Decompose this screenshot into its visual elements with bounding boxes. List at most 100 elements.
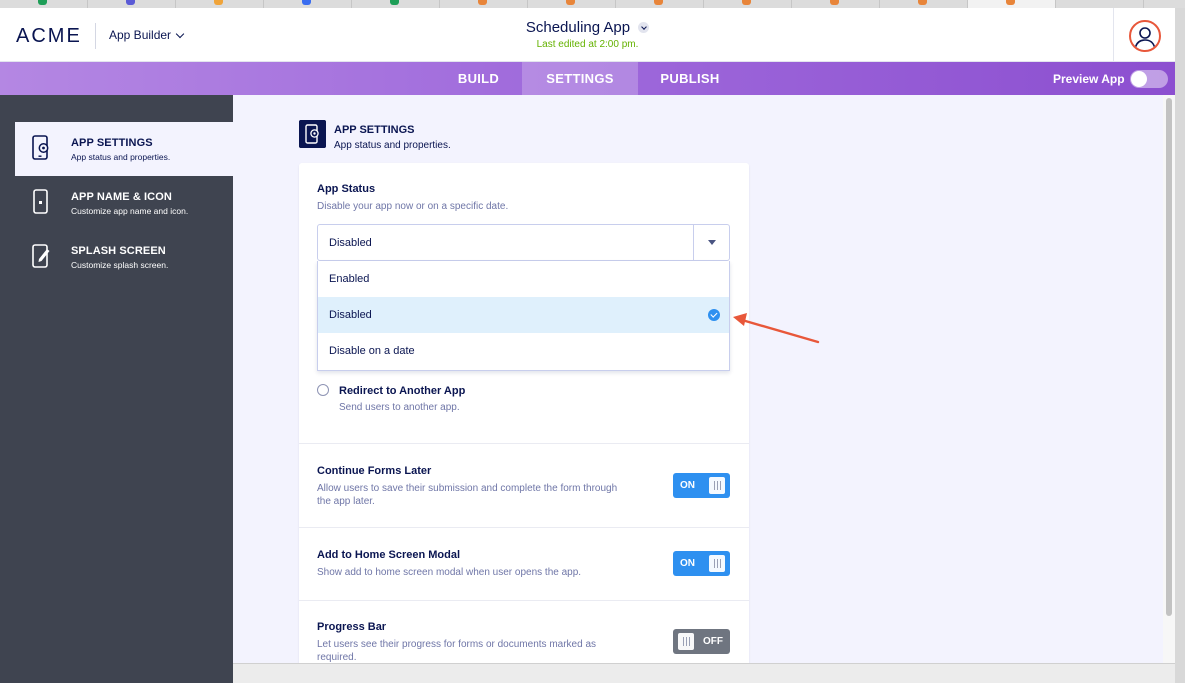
setting-title: Progress Bar xyxy=(317,621,387,633)
window-bottom-edge xyxy=(233,663,1175,683)
browser-tab[interactable] xyxy=(0,0,88,8)
home-screen-modal-toggle[interactable]: ON xyxy=(673,551,730,576)
app-status-subtitle: Disable your app now or on a specific da… xyxy=(317,201,509,212)
tab-favicon-icon xyxy=(478,0,487,5)
user-avatar-icon[interactable] xyxy=(1129,20,1161,52)
scrollbar-thumb[interactable] xyxy=(1166,98,1172,616)
browser-tab[interactable] xyxy=(528,0,616,8)
app-title: Scheduling App xyxy=(525,19,631,36)
tab-favicon-icon xyxy=(654,0,663,5)
app-builder-menu[interactable]: App Builder xyxy=(109,28,185,42)
preview-app-label: Preview App xyxy=(1053,72,1125,86)
app-status-select[interactable]: Disabled xyxy=(317,224,730,261)
sidebar-item-sub: Customize splash screen. xyxy=(71,260,169,270)
browser-tab[interactable] xyxy=(264,0,352,8)
setting-title: Continue Forms Later xyxy=(317,465,432,477)
continue-forms-later-toggle[interactable]: ON xyxy=(673,473,730,498)
tab-publish[interactable]: PUBLISH xyxy=(638,62,742,95)
browser-tab[interactable] xyxy=(616,0,704,8)
phone-icon xyxy=(33,189,48,214)
browser-tab[interactable] xyxy=(440,0,528,8)
settings-card: App Status Disable your app now or on a … xyxy=(299,163,749,663)
check-circle-icon xyxy=(708,309,720,321)
header-divider xyxy=(95,23,96,49)
tab-favicon-icon xyxy=(390,0,399,5)
tab-favicon-icon xyxy=(302,0,311,5)
option-label: Disable on a date xyxy=(329,345,415,357)
app-status-selected-value: Disabled xyxy=(329,237,372,249)
vertical-scrollbar[interactable] xyxy=(1163,95,1175,663)
chevron-down-icon xyxy=(175,29,185,38)
tab-favicon-icon xyxy=(918,0,927,5)
browser-tab[interactable] xyxy=(1056,0,1144,8)
app-status-title: App Status xyxy=(317,183,376,195)
tab-favicon-icon xyxy=(38,0,47,5)
section-subtitle: App status and properties. xyxy=(334,140,451,151)
settings-main: APP SETTINGS App status and properties. … xyxy=(233,95,1163,663)
sidebar-item-sub: App status and properties. xyxy=(71,152,171,162)
setting-subtitle: Let users see their progress for forms o… xyxy=(317,639,597,663)
preview-app-toggle[interactable] xyxy=(1130,70,1168,88)
browser-tab-active[interactable] xyxy=(968,0,1056,8)
tab-favicon-icon xyxy=(742,0,751,5)
browser-tab[interactable] xyxy=(792,0,880,8)
toggle-grip-icon xyxy=(709,555,725,572)
redirect-subtitle: Send users to another app. xyxy=(339,402,460,413)
toggle-state-label: ON xyxy=(680,480,695,491)
sidebar-item-app-name-icon[interactable]: APP NAME & ICON Customize app name and i… xyxy=(15,176,233,230)
builder-nav-bar: BUILD SETTINGS PUBLISH Preview App xyxy=(0,62,1175,95)
option-disable-on-date[interactable]: Disable on a date xyxy=(318,333,729,369)
section-divider xyxy=(299,600,749,601)
tab-favicon-icon xyxy=(830,0,839,5)
option-disabled[interactable]: Disabled xyxy=(318,297,729,333)
tab-build[interactable]: BUILD xyxy=(435,62,522,95)
browser-tab[interactable] xyxy=(704,0,792,8)
option-label: Disabled xyxy=(329,309,372,321)
tab-favicon-icon xyxy=(1006,0,1015,5)
app-status-dropdown: Enabled Disabled Disable on a date xyxy=(317,261,730,371)
option-label: Enabled xyxy=(329,273,370,285)
setting-title: Add to Home Screen Modal xyxy=(317,549,461,561)
toggle-knob xyxy=(1131,71,1147,87)
app-builder-label: App Builder xyxy=(109,28,172,42)
sidebar-item-sub: Customize app name and icon. xyxy=(71,206,189,216)
sidebar-item-label: APP NAME & ICON xyxy=(71,191,172,203)
tab-settings[interactable]: SETTINGS xyxy=(522,62,638,95)
option-enabled[interactable]: Enabled xyxy=(318,261,729,297)
header-divider xyxy=(1113,8,1114,62)
window-edge xyxy=(1175,8,1185,683)
setting-subtitle: Show add to home screen modal when user … xyxy=(317,567,582,578)
tab-favicon-icon xyxy=(566,0,575,5)
tab-favicon-icon xyxy=(126,0,135,5)
progress-bar-toggle[interactable]: OFF xyxy=(673,629,730,654)
app-title-block: Scheduling App Last edited at 2:00 pm. xyxy=(480,19,695,50)
section-divider xyxy=(299,443,749,444)
app-title-button[interactable]: Scheduling App xyxy=(525,19,650,36)
setting-subtitle: Allow users to save their submission and… xyxy=(317,483,618,507)
browser-tab[interactable] xyxy=(176,0,264,8)
section-divider xyxy=(299,527,749,528)
toggle-grip-icon xyxy=(678,633,694,650)
browser-tab[interactable] xyxy=(88,0,176,8)
sidebar-item-splash-screen[interactable]: SPLASH SCREEN Customize splash screen. xyxy=(15,230,233,284)
chevron-down-icon xyxy=(638,22,650,33)
app-header: ACME App Builder Scheduling App Last edi… xyxy=(0,8,1175,62)
settings-sidebar: APP SETTINGS App status and properties. … xyxy=(0,95,233,683)
section-title: APP SETTINGS xyxy=(334,124,415,136)
caret-down-icon xyxy=(708,240,716,245)
browser-tab[interactable] xyxy=(352,0,440,8)
acme-logo[interactable]: ACME xyxy=(16,25,82,48)
toggle-state-label: ON xyxy=(680,558,695,569)
redirect-title: Redirect to Another App xyxy=(339,385,466,397)
toggle-state-label: OFF xyxy=(703,636,723,647)
toggle-grip-icon xyxy=(709,477,725,494)
tab-favicon-icon xyxy=(214,0,223,5)
select-caret-box xyxy=(693,225,729,260)
sidebar-item-app-settings[interactable]: APP SETTINGS App status and properties. xyxy=(15,122,233,176)
phone-gear-icon xyxy=(299,120,326,148)
last-edited-status: Last edited at 2:00 pm. xyxy=(536,39,639,50)
browser-tab-strip xyxy=(0,0,1185,8)
edit-screen-icon xyxy=(32,244,50,268)
redirect-radio[interactable] xyxy=(317,384,329,396)
browser-tab[interactable] xyxy=(880,0,968,8)
